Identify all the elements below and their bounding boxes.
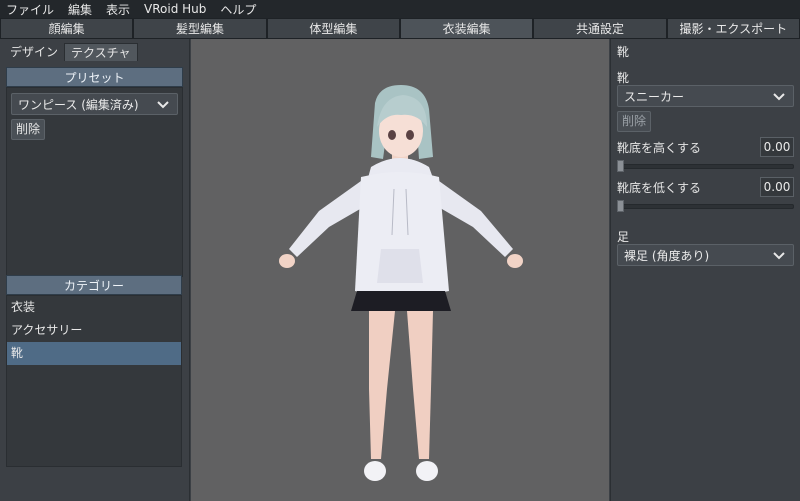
tab-body-edit[interactable]: 体型編集 — [266, 18, 400, 39]
slider-track — [617, 204, 794, 209]
main-tab-bar: 顔編集 髪型編集 体型編集 衣装編集 共通設定 撮影・エクスポート — [0, 18, 800, 39]
category-header: カテゴリー — [6, 275, 182, 295]
menu-vroid-hub[interactable]: VRoid Hub — [144, 2, 206, 16]
sole-low-row: 靴底を低くする 0.00 — [617, 176, 794, 198]
category-item-outfit[interactable]: 衣装 — [7, 296, 181, 319]
shoes-select[interactable]: スニーカー — [617, 85, 794, 107]
right-panel: 靴 靴 スニーカー 削除 靴底を高くする 0.00 靴底を低くする 0.00 足… — [610, 39, 800, 501]
subtab-design[interactable]: デザイン — [4, 43, 64, 61]
subtab-bar: デザイン テクスチャ — [0, 39, 189, 61]
avatar-model — [279, 85, 523, 481]
shoes-delete-button[interactable]: 削除 — [617, 111, 652, 132]
menu-edit[interactable]: 編集 — [68, 1, 92, 18]
menu-view[interactable]: 表示 — [106, 1, 130, 18]
sole-high-row: 靴底を高くする 0.00 — [617, 136, 794, 158]
sole-high-input[interactable]: 0.00 — [760, 137, 794, 157]
sole-low-slider[interactable] — [617, 200, 794, 212]
preset-header: プリセット — [6, 67, 183, 87]
slider-track — [617, 164, 794, 169]
preset-select-value: ワンピース (編集済み) — [18, 97, 139, 112]
sole-high-slider[interactable] — [617, 160, 794, 172]
slider-handle[interactable] — [617, 200, 624, 212]
chevron-down-icon — [157, 101, 169, 109]
category-item-shoes[interactable]: 靴 — [7, 342, 181, 365]
chevron-down-icon — [773, 93, 785, 101]
left-panel: デザイン テクスチャ プリセット ワンピース (編集済み) 削除 カテゴリー 衣… — [0, 39, 190, 501]
tab-common-settings[interactable]: 共通設定 — [533, 18, 667, 39]
sole-low-input[interactable]: 0.00 — [760, 177, 794, 197]
3d-viewport[interactable] — [191, 39, 609, 501]
menu-file[interactable]: ファイル — [6, 1, 54, 18]
slider-handle[interactable] — [617, 160, 624, 172]
menu-help[interactable]: ヘルプ — [220, 1, 256, 18]
tab-photo-export[interactable]: 撮影・エクスポート — [666, 18, 800, 39]
shoes-select-value: スニーカー — [624, 89, 685, 104]
chevron-down-icon — [773, 252, 785, 260]
sole-high-label: 靴底を高くする — [617, 140, 702, 155]
tab-face-edit[interactable]: 顔編集 — [0, 18, 134, 39]
tab-hair-edit[interactable]: 髪型編集 — [133, 18, 267, 39]
preset-select[interactable]: ワンピース (編集済み) — [11, 93, 178, 115]
shoes-label: 靴 — [617, 71, 630, 85]
foot-select[interactable]: 裸足 (角度あり) — [617, 244, 794, 266]
preset-panel: ワンピース (編集済み) 削除 — [6, 87, 183, 277]
preset-delete-button[interactable]: 削除 — [11, 119, 46, 140]
tab-outfit-edit[interactable]: 衣装編集 — [399, 18, 534, 39]
foot-label: 足 — [617, 230, 630, 244]
foot-select-value: 裸足 (角度あり) — [624, 248, 710, 263]
menu-bar: ファイル 編集 表示 VRoid Hub ヘルプ — [0, 0, 800, 18]
category-list: 衣装 アクセサリー 靴 — [6, 295, 182, 467]
category-item-accessory[interactable]: アクセサリー — [7, 319, 181, 342]
shoes-section-title: 靴 — [617, 45, 630, 59]
subtab-texture[interactable]: テクスチャ — [64, 43, 138, 61]
sole-low-label: 靴底を低くする — [617, 180, 702, 195]
